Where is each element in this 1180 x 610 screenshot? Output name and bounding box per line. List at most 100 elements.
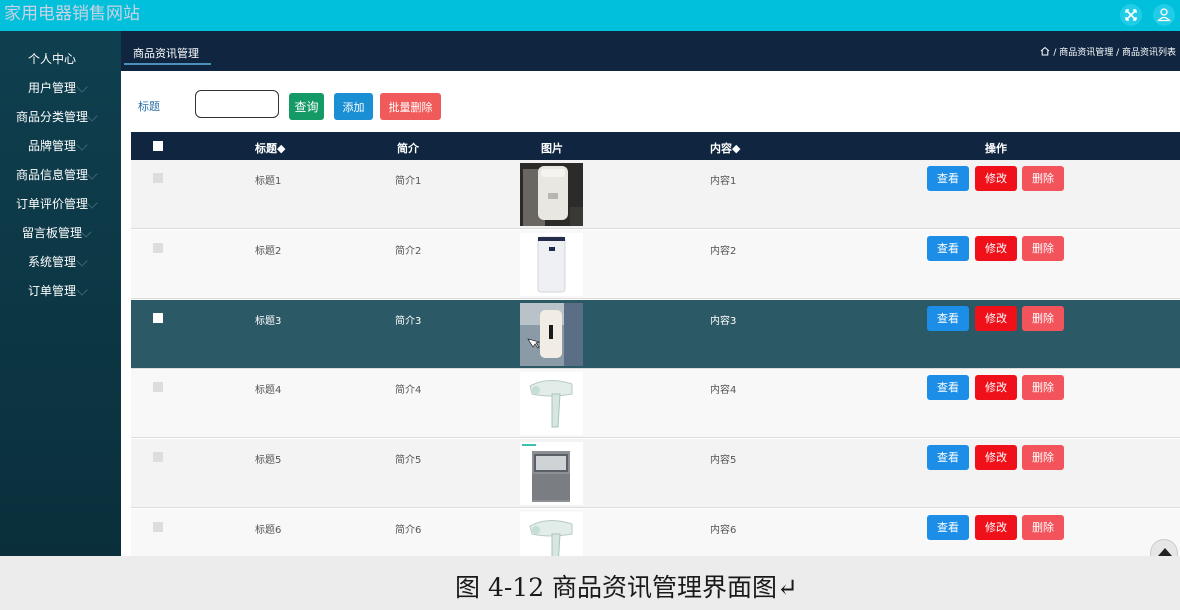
cell-title: 标题6 bbox=[255, 525, 282, 536]
view-button[interactable]: 查看 bbox=[927, 306, 969, 331]
table-row: 标题6 简介6 内容6 查看 修改 删除 bbox=[131, 509, 1180, 556]
delete-button[interactable]: 删除 bbox=[1022, 166, 1064, 191]
chevron-down-icon bbox=[76, 284, 88, 296]
chevron-down-icon bbox=[76, 81, 88, 93]
expand-icon[interactable] bbox=[1120, 4, 1142, 26]
add-button[interactable]: 添加 bbox=[334, 93, 373, 120]
row-checkbox[interactable] bbox=[153, 382, 163, 392]
tab-product-news[interactable]: 商品资讯管理 bbox=[133, 45, 199, 61]
cell-title: 标题2 bbox=[255, 246, 282, 257]
cell-content: 内容5 bbox=[710, 455, 737, 466]
edit-button[interactable]: 修改 bbox=[975, 375, 1017, 400]
search-label: 标题 bbox=[138, 100, 160, 113]
cell-intro: 简介6 bbox=[395, 525, 422, 536]
cell-content: 内容6 bbox=[710, 525, 737, 536]
edit-button[interactable]: 修改 bbox=[975, 236, 1017, 261]
view-button[interactable]: 查看 bbox=[927, 375, 969, 400]
sidebar-item-orders[interactable]: 订单管理 bbox=[0, 278, 121, 304]
row-checkbox[interactable] bbox=[153, 452, 163, 462]
table-row: 标题3 简介3 内容3 查看 修改 删除 bbox=[131, 300, 1180, 369]
table-header: 标题◆ 简介 图片 内容◆ 操作 bbox=[131, 132, 1180, 160]
sidebar-item-profile[interactable]: 个人中心 bbox=[0, 46, 121, 72]
chevron-down-icon bbox=[80, 226, 92, 238]
sidebar-item-label: 商品信息管理 bbox=[16, 168, 89, 182]
row-checkbox[interactable] bbox=[153, 173, 163, 183]
figure-caption-area: 图 4-12 商品资讯管理界面图↵ bbox=[0, 556, 1180, 610]
batch-delete-button[interactable]: 批量删除 bbox=[380, 93, 441, 120]
sidebar-item-label: 留言板管理 bbox=[22, 226, 83, 240]
delete-button[interactable]: 删除 bbox=[1022, 375, 1064, 400]
user-icon[interactable] bbox=[1153, 4, 1175, 26]
app-title: 家用电器销售网站 bbox=[4, 4, 140, 24]
cell-intro: 简介4 bbox=[395, 385, 422, 396]
sidebar-item-brand[interactable]: 品牌管理 bbox=[0, 133, 121, 159]
row-checkbox[interactable] bbox=[153, 522, 163, 532]
sidebar-item-system[interactable]: 系统管理 bbox=[0, 249, 121, 275]
sidebar-item-product-info[interactable]: 商品信息管理 bbox=[0, 162, 121, 188]
sidebar-item-label: 品牌管理 bbox=[28, 139, 77, 153]
chevron-down-icon bbox=[86, 110, 98, 122]
sidebar-item-category[interactable]: 商品分类管理 bbox=[0, 104, 121, 130]
row-checkbox[interactable] bbox=[153, 313, 163, 323]
sidebar-item-message-board[interactable]: 留言板管理 bbox=[0, 220, 121, 246]
sidebar-item-label: 用户管理 bbox=[28, 81, 77, 95]
product-image-air-purifier bbox=[520, 233, 583, 296]
sidebar-item-label: 个人中心 bbox=[28, 52, 77, 66]
breadcrumb-path: / 商品资讯管理 / 商品资讯列表 bbox=[1053, 48, 1176, 58]
table-row: 标题2 简介2 内容2 查看 修改 删除 bbox=[131, 230, 1180, 299]
column-header-image: 图片 bbox=[541, 142, 563, 155]
cell-title: 标题4 bbox=[255, 385, 282, 396]
product-image-water-heater bbox=[520, 303, 583, 366]
tab-underline bbox=[124, 63, 211, 65]
breadcrumb: / 商品资讯管理 / 商品资讯列表 bbox=[1040, 45, 1176, 58]
product-image-hair-dryer bbox=[520, 372, 583, 435]
cell-title: 标题5 bbox=[255, 455, 282, 466]
cell-content: 内容1 bbox=[710, 176, 737, 187]
sidebar-item-label: 系统管理 bbox=[28, 255, 77, 269]
cell-title: 标题1 bbox=[255, 176, 282, 187]
sidebar-item-label: 订单评价管理 bbox=[16, 197, 89, 211]
select-all-checkbox[interactable] bbox=[153, 141, 163, 151]
view-button[interactable]: 查看 bbox=[927, 166, 969, 191]
table-row: 标题5 简介5 内容5 查看 修改 删除 bbox=[131, 439, 1180, 508]
edit-button[interactable]: 修改 bbox=[975, 166, 1017, 191]
view-button[interactable]: 查看 bbox=[927, 445, 969, 470]
delete-button[interactable]: 删除 bbox=[1022, 515, 1064, 540]
column-header-actions: 操作 bbox=[985, 142, 1007, 155]
sidebar-item-label: 订单管理 bbox=[28, 284, 77, 298]
row-checkbox[interactable] bbox=[153, 243, 163, 253]
sidebar-item-order-review[interactable]: 订单评价管理 bbox=[0, 191, 121, 217]
table-row: 标题4 简介4 内容4 查看 修改 删除 bbox=[131, 369, 1180, 438]
edit-button[interactable]: 修改 bbox=[975, 306, 1017, 331]
cell-content: 内容3 bbox=[710, 316, 737, 327]
home-icon[interactable] bbox=[1040, 46, 1050, 58]
figure-caption: 图 4-12 商品资讯管理界面图↵ bbox=[455, 573, 799, 602]
search-input[interactable] bbox=[195, 90, 279, 118]
column-header-intro: 简介 bbox=[397, 142, 419, 155]
sidebar-item-label: 商品分类管理 bbox=[16, 110, 89, 124]
product-image-rice-cooker bbox=[520, 163, 583, 226]
column-header-content[interactable]: 内容◆ bbox=[710, 140, 740, 156]
column-header-title[interactable]: 标题◆ bbox=[255, 140, 285, 156]
sidebar-item-users[interactable]: 用户管理 bbox=[0, 75, 121, 101]
delete-button[interactable]: 删除 bbox=[1022, 306, 1064, 331]
cell-title: 标题3 bbox=[255, 316, 282, 327]
view-button[interactable]: 查看 bbox=[927, 236, 969, 261]
chevron-down-icon bbox=[86, 168, 98, 180]
sidebar: 个人中心 用户管理 商品分类管理 品牌管理 商品信息管理 订单评价管理 留言板管… bbox=[0, 31, 121, 556]
app-window: 家用电器销售网站 个人中心 用户管理 商品分类管理 品牌管理 商品信息管理 订单 bbox=[0, 0, 1180, 556]
breadcrumb-bar: 商品资讯管理 / 商品资讯管理 / 商品资讯列表 bbox=[121, 31, 1180, 71]
cell-intro: 简介2 bbox=[395, 246, 422, 257]
delete-button[interactable]: 删除 bbox=[1022, 445, 1064, 470]
query-button[interactable]: 查询 bbox=[289, 93, 324, 120]
edit-button[interactable]: 修改 bbox=[975, 445, 1017, 470]
cell-content: 内容4 bbox=[710, 385, 737, 396]
view-button[interactable]: 查看 bbox=[927, 515, 969, 540]
cell-content: 内容2 bbox=[710, 246, 737, 257]
product-image-hair-dryer bbox=[520, 512, 583, 556]
cell-intro: 简介1 bbox=[395, 176, 422, 187]
product-image-dishwasher bbox=[520, 442, 583, 505]
delete-button[interactable]: 删除 bbox=[1022, 236, 1064, 261]
edit-button[interactable]: 修改 bbox=[975, 515, 1017, 540]
top-bar: 家用电器销售网站 bbox=[0, 0, 1180, 31]
